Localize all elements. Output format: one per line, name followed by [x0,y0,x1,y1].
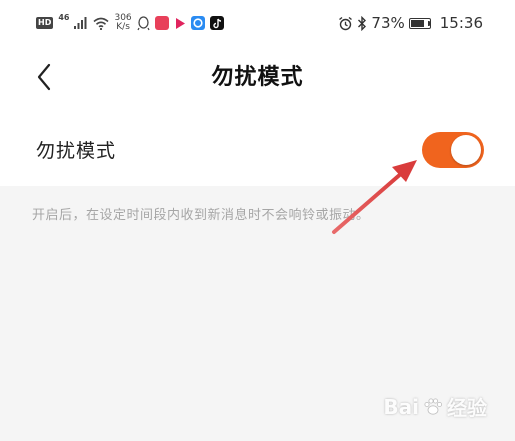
description-text: 开启后，在设定时间段内收到新消息时不会响铃或振动。 [32,208,370,223]
page-title: 勿扰模式 [211,65,304,90]
speed-unit: K/s [116,22,130,32]
status-bar-right: 73% 15:36 [338,11,483,35]
app-circle-icon [190,16,205,30]
battery-percent: 73% [371,14,405,32]
app-red-icon [154,16,169,30]
status-time: 15:36 [439,14,483,32]
alarm-icon [339,16,353,30]
watermark-brand-suffix: 经验 [447,396,487,420]
toggle-knob [451,135,481,165]
navigation-bar: 勿扰模式 [0,46,515,110]
bluetooth-icon [358,15,367,31]
network-speed: 306 K/s [114,14,131,32]
battery-icon [408,17,431,29]
watermark-brand: Bai [383,394,419,419]
back-button[interactable] [30,60,60,94]
tiktok-icon [209,16,224,30]
play-icon [175,17,185,29]
status-bar: HD 46 306 K/s 73% 15:36 [0,0,515,46]
status-bar-left: HD 46 306 K/s [36,11,224,35]
back-chevron-icon [37,63,51,91]
network-type-label: 46 [58,12,70,22]
qq-icon [137,15,150,30]
do-not-disturb-toggle[interactable] [422,132,484,168]
do-not-disturb-label: 勿扰模式 [36,140,117,162]
wifi-icon [93,17,110,30]
hd-icon: HD [36,17,54,29]
watermark: Bai 经验 [383,392,487,421]
signal-icon [74,17,87,29]
paw-icon [424,398,442,415]
do-not-disturb-row[interactable]: 勿扰模式 [0,118,515,186]
